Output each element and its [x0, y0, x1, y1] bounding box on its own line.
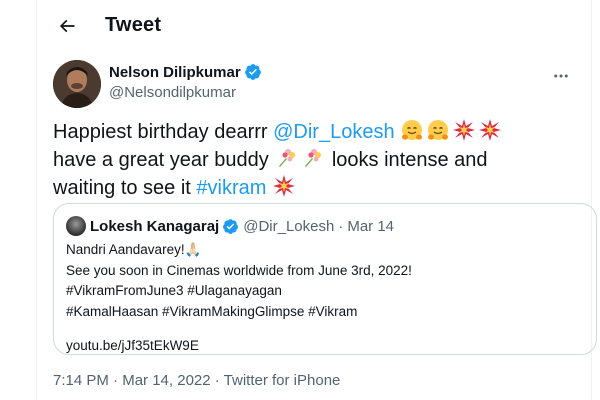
- header: Tweet: [37, 0, 591, 52]
- verified-badge-icon: [244, 63, 262, 81]
- quoted-author-name: Lokesh Kanagaraj: [90, 217, 220, 235]
- mention-link[interactable]: @Dir_Lokesh: [273, 121, 394, 143]
- tweet-text-part: have a great year buddy: [53, 149, 275, 171]
- page-title: Tweet: [105, 14, 162, 36]
- avatar[interactable]: [53, 60, 101, 108]
- more-options-button[interactable]: [545, 60, 577, 92]
- quoted-author-handle: @Dir_Lokesh: [243, 217, 335, 235]
- avatar-portrait: [53, 60, 101, 108]
- tweet-text-part: looks intense and: [326, 149, 488, 171]
- arrow-left-icon: [59, 19, 75, 33]
- quoted-date: Mar 14: [347, 217, 395, 235]
- author-row: Nelson Dilipkumar @Nelsondilpkumar: [53, 60, 577, 108]
- verified-badge-icon: [222, 218, 239, 235]
- collision-emoji-icon: [453, 119, 476, 141]
- quoted-separator: ·: [338, 217, 344, 235]
- tweet-timestamp: 7:14 PM · Mar 14, 2022 · Twitter for iPh…: [53, 372, 340, 389]
- quoted-line: Nandri Aandavarey!🙏🏻: [66, 242, 202, 257]
- tweet-time[interactable]: 7:14 PM: [53, 372, 109, 389]
- quoted-line: #VikramFromJune3 #Ulaganayagan: [66, 283, 282, 298]
- bouquet-emoji-icon: [305, 149, 322, 167]
- tweet-page: Tweet Nelson Dilipkumar @Nelsondilpkumar: [36, 0, 597, 400]
- author-name[interactable]: Nelson Dilipkumar: [109, 64, 241, 81]
- author-handle[interactable]: @Nelsondilpkumar: [109, 84, 236, 101]
- quoted-link[interactable]: youtu.be/jJf35tEkW9E: [66, 336, 412, 357]
- hugging-face-emoji-icon: [402, 120, 423, 140]
- quoted-tweet-header: Lokesh Kanagaraj @Dir_Lokesh · Mar 14: [66, 216, 394, 236]
- quoted-line: See you soon in Cinemas worldwide from J…: [66, 262, 412, 278]
- tweet-source[interactable]: Twitter for iPhone: [224, 372, 341, 389]
- more-icon: [554, 74, 568, 78]
- hugging-face-emoji-icon: [428, 120, 449, 140]
- collision-emoji-icon: [479, 119, 502, 141]
- quoted-tweet-body: Nandri Aandavarey!🙏🏻 See you soon in Cin…: [66, 240, 412, 357]
- tweet-text: Happiest birthday dearrr @Dir_Lokesh hav…: [53, 118, 577, 202]
- collision-emoji-icon: [273, 175, 295, 197]
- timestamp-separator: ·: [108, 372, 123, 389]
- back-button[interactable]: [49, 8, 85, 44]
- hashtag-link[interactable]: #vikram: [196, 177, 266, 199]
- tweet-text-part: Happiest birthday dearrr: [53, 121, 274, 143]
- bouquet-emoji-icon: [279, 149, 296, 167]
- quoted-tweet[interactable]: Lokesh Kanagaraj @Dir_Lokesh · Mar 14 Na…: [53, 203, 597, 355]
- tweet-date[interactable]: Mar 14, 2022: [122, 372, 210, 389]
- quoted-line: #KamalHaasan #VikramMakingGlimpse #Vikra…: [66, 303, 358, 319]
- quoted-avatar: [66, 216, 86, 236]
- timestamp-separator: ·: [210, 372, 224, 389]
- tweet-text-part: waiting to see it: [53, 177, 197, 199]
